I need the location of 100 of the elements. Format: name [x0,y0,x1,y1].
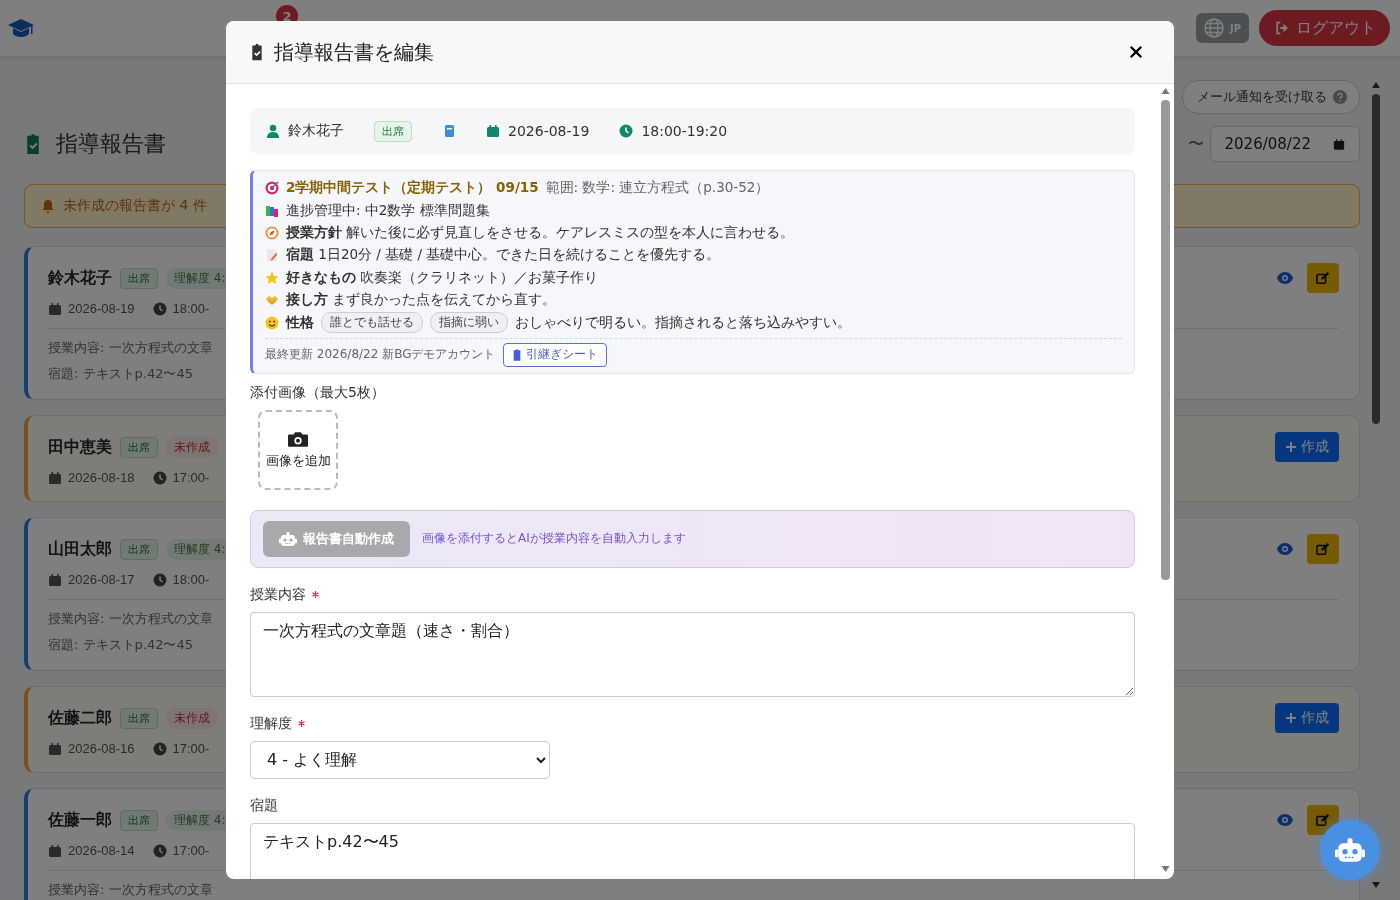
calendar-icon[interactable] [1333,137,1345,151]
report-time: 18:00- [172,572,210,587]
attendance-badge: 出席 [120,707,158,729]
logout-button[interactable]: ログアウト [1259,10,1390,46]
alert-text: 未作成の報告書が 4 件 [63,197,207,215]
homework-text: 宿題: テキストp.42〜45 [48,365,193,383]
personality-label: 性格 [286,313,314,332]
student-name: 鈴木花子 [288,122,344,140]
clock-icon [152,741,167,756]
books-icon [265,203,279,218]
student-name: 鈴木花子 [48,267,112,289]
globe-icon [1203,18,1224,38]
report-time: 17:00- [172,470,210,485]
personality-tag: 誰とでも話せる [321,312,423,334]
date-input[interactable]: 2026/08/22 [1209,126,1360,162]
edit-button[interactable] [1307,534,1339,564]
edit-icon [1316,271,1330,285]
attendance-badge: 出席 [374,120,412,142]
logout-icon [1273,21,1290,35]
last-updated-text: 最終更新 2026/8/22 新BGデモアカウント [265,346,496,364]
camera-icon [288,429,308,448]
personality-text: おしゃべりで明るい。指摘されると落ち込みやすい。 [515,313,851,332]
student-name: 佐藤一郎 [48,809,112,831]
report-time: 18:00- [172,301,210,316]
dialog-title: 指導報告書を編集 [274,38,434,66]
close-icon [1128,45,1144,59]
attendance-badge: 出席 [120,809,158,831]
attendance-badge: 出席 [120,538,158,560]
calendar-icon [48,470,62,485]
calendar-icon [486,124,500,138]
star-icon [265,270,279,285]
attendance-badge: 出席 [120,267,158,289]
student-name: 山田太郎 [48,538,112,560]
calendar-icon [48,572,62,587]
email-notification-toggle[interactable]: メール通知を受け取る [1182,80,1360,114]
memo-icon [265,248,279,263]
clock-icon [152,572,167,587]
profile-text: 接し方 まず良かった点を伝えてから直す。 [286,291,557,310]
profile-text: 好きなもの 吹奏楽（クラリネット）／お菓子作り [286,268,599,287]
date-value: 2026/08/22 [1224,135,1311,153]
exam-title: 2学期中間テスト（定期テスト） 09/15 [286,179,539,198]
lesson-time: 18:00-19:20 [641,123,728,139]
plus-icon [1285,440,1297,454]
handover-sheet-button[interactable]: 引継ぎシート [503,342,608,367]
eye-icon[interactable] [1277,814,1293,826]
homework-text: 宿題: テキストp.42〜45 [48,636,193,654]
report-date: 2026-08-14 [68,843,135,858]
text-area[interactable]: テキストp.42〜45 [250,822,1135,879]
report-time: 17:00- [172,741,210,756]
student-name: 田中恵美 [48,436,112,458]
create-button[interactable]: 作成 [1275,432,1339,462]
clock-icon [152,470,167,485]
clipboard-check-icon [24,133,42,155]
field-label: 宿題 [250,796,278,815]
clipboard-icon [512,347,523,362]
person-icon [266,124,280,138]
calendar-icon [48,301,62,316]
report-date: 2026-08-16 [68,741,135,756]
clock-icon [619,124,634,138]
exam-range: 範囲: 数学: 連立方程式（p.30-52） [545,179,770,198]
create-button[interactable]: 作成 [1275,703,1339,733]
eye-icon[interactable] [1277,272,1293,284]
text-area[interactable]: 一次方程式の文章題（速さ・割合） [250,611,1135,697]
report-time: 17:00- [172,843,210,858]
robot-icon [279,531,297,546]
report-date: 2026-08-18 [68,470,135,485]
plus-icon [1285,711,1297,725]
robot-icon [1335,838,1365,862]
profile-text: 進捗管理中: 中2数学 標準問題集 [286,201,490,220]
help-icon[interactable] [1333,90,1347,104]
personality-tag: 指摘に弱い [430,312,508,334]
report-date: 2026-08-19 [68,301,135,316]
range-separator: 〜 [1187,133,1204,155]
eye-icon[interactable] [1277,543,1293,555]
profile-text: 授業方針 解いた後に必ず見直しをさせる。ケアレスミスの型を本人に言わせる。 [286,223,795,242]
status-badge: 未作成 [166,436,218,458]
field-label: 理解度 [250,714,292,733]
field-label: 授業内容 [250,585,306,604]
edit-button[interactable] [1307,263,1339,293]
attendance-badge: 出席 [120,436,158,458]
target-icon [265,181,279,196]
bell-icon [41,199,55,213]
compass-icon [265,225,279,240]
lesson-date: 2026-08-19 [508,123,590,139]
calendar-icon [48,843,62,858]
report-date: 2026-08-17 [68,572,135,587]
edit-icon [1316,813,1330,827]
profile-text: 宿題 1日20分 / 基礎 / 基礎中心。できた日を続けることを優先する。 [286,246,721,265]
clipboard-check-icon [250,41,264,63]
student-name: 佐藤二郎 [48,707,112,729]
status-badge: 未作成 [166,707,218,729]
clock-icon [152,843,167,858]
ai-hint-text: 画像を添付するとAIが授業内容を自動入力します [422,530,686,548]
clock-icon [152,301,167,316]
select-field[interactable]: 4 - よく理解 [250,740,550,779]
graduation-cap-icon[interactable] [8,17,34,39]
edit-button[interactable] [1307,805,1339,835]
add-image-button[interactable]: 画像を追加 [258,409,338,490]
page-title: 指導報告書 [56,130,166,158]
book-icon [442,124,456,138]
